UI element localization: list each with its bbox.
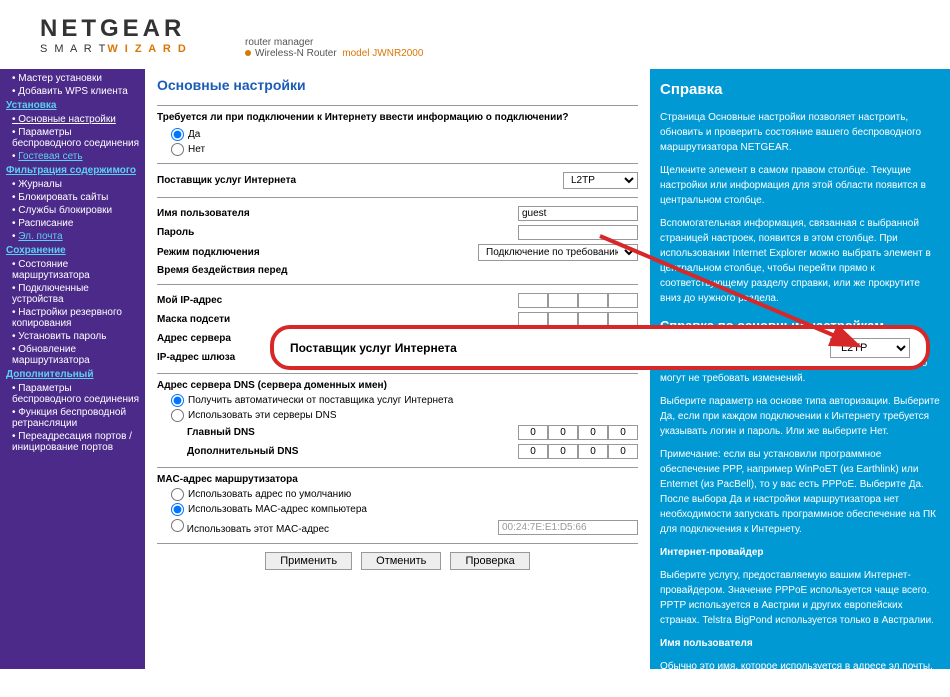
dns-secondary-label: Дополнительный DNS: [187, 446, 397, 457]
test-button[interactable]: Проверка: [450, 552, 529, 570]
radio-dns-manual[interactable]: [171, 409, 184, 422]
dns-primary-label: Главный DNS: [187, 427, 397, 438]
help-p5: Выберите параметр на основе типа авториз…: [660, 394, 940, 439]
help-isp-heading: Интернет-провайдер: [660, 545, 940, 560]
help-user-heading: Имя пользователя: [660, 636, 940, 651]
pd1[interactable]: [518, 425, 548, 440]
router-subtitle: router manager Wireless-N Router model J…: [245, 37, 910, 59]
help-p7: Выберите услугу, предоставляемую вашим И…: [660, 568, 940, 628]
sd4[interactable]: [608, 444, 638, 459]
radio-mac-this[interactable]: [171, 519, 184, 532]
sidebar-item-backup[interactable]: Настройки резервного копирования: [0, 306, 145, 330]
sidebar-section-maintenance: Сохранение: [0, 243, 145, 258]
sidebar-item-block-services[interactable]: Службы блокировки: [0, 204, 145, 217]
help-p8: Обычно это имя, которое используется в а…: [660, 659, 940, 669]
help-p6: Примечание: если вы установили программн…: [660, 447, 940, 537]
pd4[interactable]: [608, 425, 638, 440]
conn-mode-label: Режим подключения: [157, 247, 367, 258]
password-input[interactable]: [518, 225, 638, 240]
pd2[interactable]: [548, 425, 578, 440]
username-label: Имя пользователя: [157, 208, 367, 219]
sidebar-section-filtering: Фильтрация содержимого: [0, 163, 145, 178]
sidebar-item-logs[interactable]: Журналы: [0, 178, 145, 191]
callout-label: Поставщик услуг Интернета: [290, 341, 457, 355]
callout-overlay: Поставщик услуг Интернета L2TP: [270, 325, 930, 370]
sidebar-section-setup: Установка: [0, 98, 145, 113]
sidebar-item-setup-wizard[interactable]: Мастер установки: [0, 72, 145, 85]
help-p3: Вспомогательная информация, связанная с …: [660, 216, 940, 306]
ip2[interactable]: [548, 293, 578, 308]
sidebar-item-guest-network[interactable]: Гостевая сеть: [0, 150, 145, 163]
my-ip-label: Мой IP-адрес: [157, 295, 367, 306]
ip4[interactable]: [608, 293, 638, 308]
sidebar-item-schedule[interactable]: Расписание: [0, 217, 145, 230]
sidebar-item-attached-devices[interactable]: Подключенные устройства: [0, 282, 145, 306]
ip3[interactable]: [578, 293, 608, 308]
sd2[interactable]: [548, 444, 578, 459]
mac-input[interactable]: [498, 520, 638, 535]
sidebar-item-wireless-settings[interactable]: Параметры беспроводного соединения: [0, 126, 145, 150]
sidebar-item-add-wps[interactable]: Добавить WPS клиента: [0, 85, 145, 98]
sidebar-item-basic-settings[interactable]: Основные настройки: [0, 113, 145, 126]
radio-no[interactable]: [171, 143, 184, 156]
sidebar-item-block-sites[interactable]: Блокировать сайты: [0, 191, 145, 204]
sidebar-item-set-password[interactable]: Установить пароль: [0, 330, 145, 343]
cancel-button[interactable]: Отменить: [361, 552, 441, 570]
subnet-label: Маска подсети: [157, 314, 367, 325]
sidebar-section-advanced: Дополнительный: [0, 367, 145, 382]
sidebar-item-port-forward[interactable]: Переадресация портов / иницирование порт…: [0, 430, 145, 454]
isp-label: Поставщик услуг Интернета: [157, 175, 367, 186]
password-label: Пароль: [157, 227, 367, 238]
sidebar-item-wireless-params[interactable]: Параметры беспроводного соединения: [0, 382, 145, 406]
callout-select[interactable]: L2TP: [830, 338, 910, 358]
help-p1: Страница Основные настройки позволяет на…: [660, 110, 940, 155]
login-question: Требуется ли при подключении к Интернету…: [157, 112, 638, 127]
sidebar-item-email[interactable]: Эл. почта: [0, 230, 145, 243]
sidebar-item-router-upgrade[interactable]: Обновление маршрутизатора: [0, 343, 145, 367]
ip1[interactable]: [518, 293, 548, 308]
idle-label: Время бездействия перед: [157, 265, 367, 276]
page-title: Основные настройки: [157, 77, 638, 93]
sd3[interactable]: [578, 444, 608, 459]
sd1[interactable]: [518, 444, 548, 459]
dns-title: Адрес сервера DNS (сервера доменных имен…: [157, 380, 638, 393]
help-title: Справка: [660, 79, 940, 102]
mac-title: MAC-адрес маршрутизатора: [157, 474, 638, 487]
help-p2: Щелкните элемент в самом правом столбце.…: [660, 163, 940, 208]
conn-mode-select[interactable]: Подключение по требованию: [478, 244, 638, 261]
dot-icon: [245, 50, 251, 56]
sidebar: Мастер установки Добавить WPS клиента Ус…: [0, 69, 145, 669]
sidebar-item-wireless-repeat[interactable]: Функция беспроводной ретрансляции: [0, 406, 145, 430]
sidebar-item-router-status[interactable]: Состояние маршрутизатора: [0, 258, 145, 282]
radio-mac-default[interactable]: [171, 488, 184, 501]
radio-dns-auto[interactable]: [171, 394, 184, 407]
username-input[interactable]: [518, 206, 638, 221]
isp-select[interactable]: L2TP: [563, 172, 638, 189]
apply-button[interactable]: Применить: [265, 552, 352, 570]
radio-mac-pc[interactable]: [171, 503, 184, 516]
radio-yes[interactable]: [171, 128, 184, 141]
pd3[interactable]: [578, 425, 608, 440]
